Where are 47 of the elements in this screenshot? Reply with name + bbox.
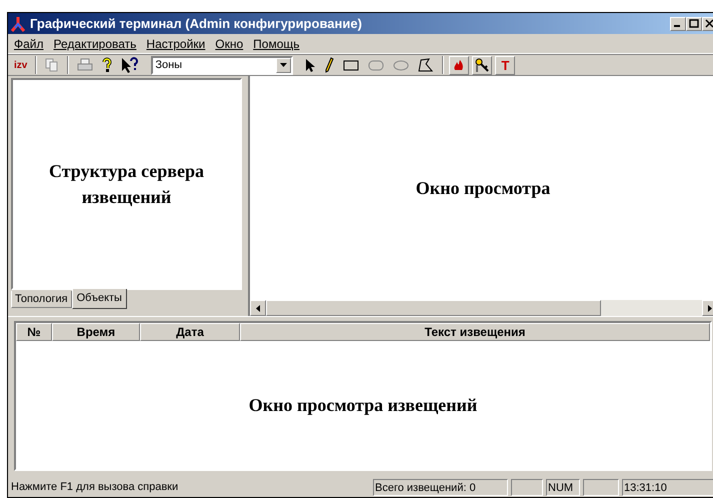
menu-item[interactable]: Настройки (146, 34, 206, 52)
pencil-icon (324, 57, 334, 73)
pointer-icon (305, 58, 316, 72)
status-panel (511, 478, 543, 496)
pane-tab[interactable]: Топология (11, 291, 72, 308)
rounded-rectangle-icon (368, 60, 384, 70)
copy-icon (45, 58, 60, 72)
maximize-icon (689, 19, 699, 28)
menu-item[interactable]: Редактировать (54, 34, 136, 52)
menu-item[interactable]: Помощь (253, 34, 300, 52)
fire-icon (453, 59, 466, 71)
menu-item[interactable]: Файл (14, 34, 44, 52)
column-header[interactable]: Текст извещения (240, 323, 710, 341)
minimize-button[interactable] (670, 16, 686, 30)
printer-icon (77, 58, 94, 72)
column-header[interactable]: Время (52, 323, 140, 341)
scroll-right-icon (708, 304, 712, 312)
menu-item[interactable]: Окно (215, 34, 244, 52)
app-icon (10, 16, 26, 32)
text-tool-button[interactable]: T (495, 56, 516, 74)
scroll-left-icon (256, 304, 260, 312)
fire-button[interactable] (449, 56, 470, 74)
horizontal-scrollbar[interactable] (250, 300, 713, 316)
ellipse-icon (393, 60, 410, 70)
rectangle-icon (343, 60, 360, 70)
view-pane-label: Окно просмотра (416, 176, 550, 200)
notifications-pane-label: Окно просмотра извещений (248, 394, 478, 417)
num-lock-indicator: NUM (546, 478, 580, 496)
dropdown-arrow-icon (280, 63, 288, 67)
polygon-icon (418, 58, 434, 72)
status-panel (583, 478, 619, 496)
status-clock: 13:31:10 (622, 478, 713, 496)
keys-icon (474, 57, 490, 73)
question-icon (102, 57, 112, 73)
column-header[interactable]: № (16, 323, 52, 341)
window-title: Графический терминал (Admin конфигурирование) (30, 14, 363, 33)
status-count: Всего извещений: 0 (373, 478, 508, 496)
zone-dropdown[interactable]: Зоны (151, 56, 294, 74)
maximize-button[interactable] (686, 16, 702, 30)
column-header[interactable]: Дата (140, 323, 240, 341)
izv-button[interactable]: izv (11, 58, 30, 72)
keys-button[interactable] (472, 56, 492, 74)
structure-pane-label: Структура сервера извещений (48, 160, 205, 209)
status-hint: Нажмите F1 для вызова справки (10, 480, 180, 495)
close-icon (705, 19, 713, 28)
pane-tab[interactable]: Объекты (72, 289, 127, 309)
pointer-question-icon (121, 57, 140, 73)
